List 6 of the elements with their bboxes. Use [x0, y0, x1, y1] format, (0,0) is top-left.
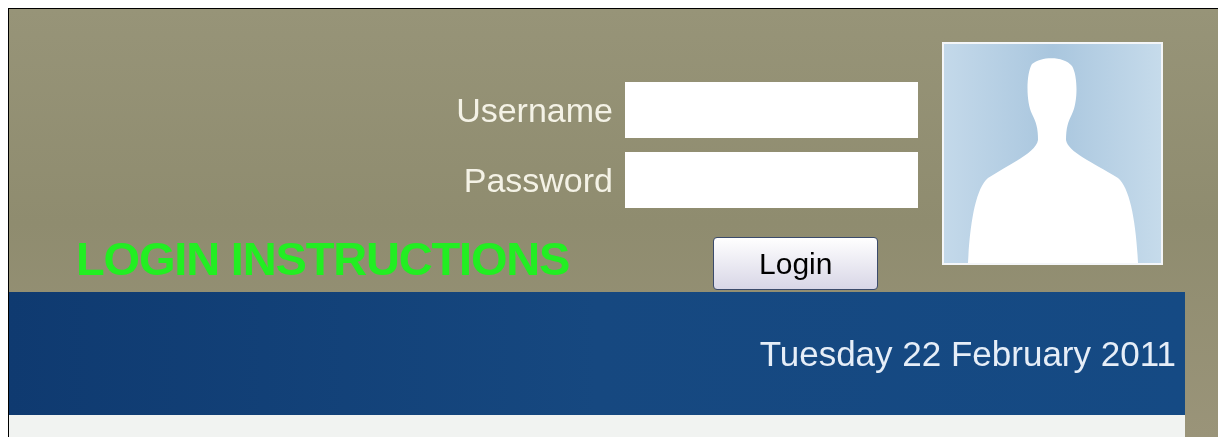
field-label: Username [456, 93, 613, 127]
field-label: Password [463, 163, 613, 197]
input-field[interactable] [625, 152, 918, 208]
login-button[interactable]: Login [713, 237, 879, 290]
input-field[interactable] [625, 82, 918, 138]
date-text: Tuesday 22 February 2011 [759, 336, 1176, 371]
